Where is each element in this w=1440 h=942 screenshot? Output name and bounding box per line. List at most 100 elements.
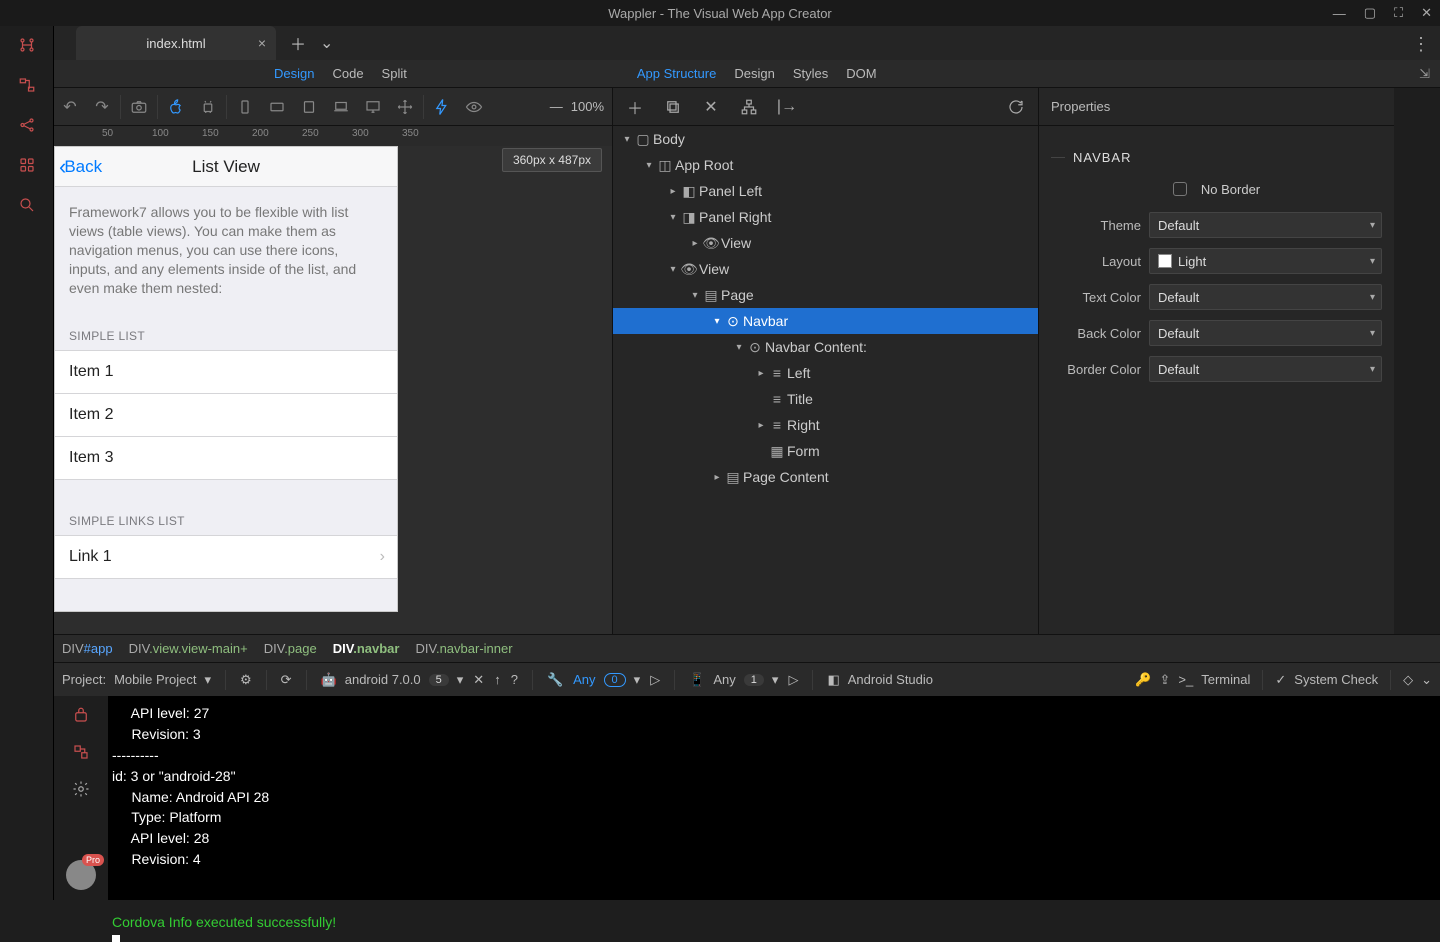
panel-styles[interactable]: Styles [793,66,828,81]
apple-icon[interactable] [160,91,192,123]
sitemap-icon[interactable] [12,32,42,58]
tree-node-page-content[interactable]: ▸▤Page Content [613,464,1038,490]
tablet-landscape-icon[interactable] [261,91,293,123]
undo-icon[interactable]: ↶ [54,91,86,123]
android-studio-button[interactable]: Android Studio [848,672,933,687]
panel-dom[interactable]: DOM [846,66,876,81]
phone-icon[interactable] [229,91,261,123]
overflow-menu-icon[interactable]: ⋮ [1412,34,1430,55]
tree-node-title[interactable]: ≡Title [613,386,1038,412]
zoom-out-icon[interactable]: — [550,99,563,114]
copy-icon[interactable] [657,91,689,123]
add-node-icon[interactable]: ＋ [619,91,651,123]
laptop-icon[interactable] [325,91,357,123]
sync-icon[interactable]: ⟳ [281,672,292,688]
clear-icon[interactable]: ◇ [1403,672,1413,688]
tree-node-form[interactable]: ▦Form [613,438,1038,464]
tree-node-navbar[interactable]: ▾⊙Navbar [613,308,1038,334]
preview-navbar[interactable]: ‹ Back List View [55,147,397,187]
tab-menu-icon[interactable]: ⌄ [320,33,333,53]
chevron-down-icon[interactable]: ▾ [772,672,779,688]
list-item[interactable]: Link 1 › [55,535,397,579]
breadcrumb-item[interactable]: DIV.page [264,641,317,656]
breadcrumb-item[interactable]: DIV.navbar-inner [415,641,512,656]
settings-icon[interactable] [72,780,90,801]
close-platform-icon[interactable]: ✕ [473,672,484,688]
terminal-output[interactable]: API level: 27 Revision: 3 ---------- id:… [108,696,1440,900]
prop-backcolor-select[interactable]: Default▾ [1149,320,1382,346]
tree-node-navbar-content[interactable]: ▾⊙Navbar Content: [613,334,1038,360]
emulator-any[interactable]: Any [573,672,595,687]
refresh-icon[interactable] [1000,91,1032,123]
tab-close-icon[interactable]: × [258,35,266,51]
mode-code[interactable]: Code [332,66,363,81]
preview-back-button[interactable]: ‹ Back [55,154,102,180]
panel-app-structure[interactable]: App Structure [637,66,717,81]
camera-icon[interactable] [123,91,155,123]
collapse-terminal-icon[interactable]: ⌄ [1421,672,1432,688]
avatar[interactable]: Pro [66,860,96,890]
device-any[interactable]: Any [713,672,735,687]
maximize-icon[interactable]: ⛶ [1394,5,1403,21]
extensions-icon[interactable] [72,743,90,764]
gear-icon[interactable]: ⚙ [240,672,252,688]
system-check-button[interactable]: System Check [1294,672,1378,687]
tab-index-html[interactable]: index.html × [76,26,276,60]
tree-node-left[interactable]: ▸≡Left [613,360,1038,386]
tree-node-approot[interactable]: ▾◫App Root [613,152,1038,178]
collapse-panels-icon[interactable]: ⇲ [1419,66,1430,82]
prop-theme-select[interactable]: Default▾ [1149,212,1382,238]
new-tab-icon[interactable]: ＋ [290,31,306,55]
eye-icon[interactable] [458,91,490,123]
prop-bordercolor-select[interactable]: Default▾ [1149,356,1382,382]
share-icon[interactable] [12,112,42,138]
restore-icon[interactable]: ▢ [1364,5,1376,21]
mode-design[interactable]: Design [274,66,314,81]
prop-layout-select[interactable]: Light▾ [1149,248,1382,274]
close-icon[interactable]: ✕ [1421,5,1432,21]
tree-node-panel-right[interactable]: ▾◨Panel Right [613,204,1038,230]
tree-node-panel-left[interactable]: ▸◧Panel Left [613,178,1038,204]
export-icon[interactable]: |→ [771,91,803,123]
tree-node-page[interactable]: ▾▤Page [613,282,1038,308]
chevron-down-icon[interactable]: ▾ [457,672,464,688]
terminal-button[interactable]: Terminal [1201,672,1250,687]
project-name[interactable]: Mobile Project [114,672,196,687]
flow-icon[interactable] [12,72,42,98]
desktop-icon[interactable] [357,91,389,123]
list-item[interactable]: Item 2 [55,393,397,437]
tree-node-view[interactable]: ▸👁View [613,230,1038,256]
play-device-icon[interactable]: ▷ [788,672,798,688]
list-item[interactable]: Item 3 [55,436,397,480]
tree-node-body[interactable]: ▾▢Body [613,126,1038,152]
wrench-icon[interactable]: 🔧 [547,672,563,688]
minimize-icon[interactable]: — [1333,6,1346,21]
panel-design[interactable]: Design [734,66,774,81]
move-icon[interactable] [389,91,421,123]
play-icon[interactable]: ▷ [650,672,660,688]
cert-icon[interactable]: 🔑 [1135,672,1151,688]
breadcrumb-item[interactable]: DIV.view.view-main+ [129,641,248,656]
chevron-down-icon[interactable]: ▾ [634,672,641,688]
tree-node-right[interactable]: ▸≡Right [613,412,1038,438]
delete-icon[interactable]: ✕ [695,91,727,123]
list-item[interactable]: Item 1 [55,350,397,394]
canvas[interactable]: 360px x 487px ‹ Back List View Framework… [54,146,612,634]
prop-textcolor-select[interactable]: Default▾ [1149,284,1382,310]
hierarchy-icon[interactable] [733,91,765,123]
upload-icon[interactable]: ↑ [494,672,501,687]
no-border-checkbox[interactable] [1173,182,1187,196]
platform-value[interactable]: android 7.0.0 [345,672,421,687]
redo-icon[interactable]: ↷ [86,91,118,123]
deploy-icon[interactable]: ⇪ [1160,672,1171,688]
chevron-down-icon[interactable]: ▾ [204,672,211,688]
android-icon[interactable] [192,91,224,123]
mode-split[interactable]: Split [382,66,407,81]
apps-icon[interactable] [12,152,42,178]
help-icon[interactable]: ? [511,672,518,687]
breadcrumb-item[interactable]: DIV#app [62,641,113,656]
package-icon[interactable] [72,706,90,727]
breadcrumb-item[interactable]: DIV.navbar [333,641,400,656]
tree-node-view[interactable]: ▾👁View [613,256,1038,282]
lightning-icon[interactable] [426,91,458,123]
